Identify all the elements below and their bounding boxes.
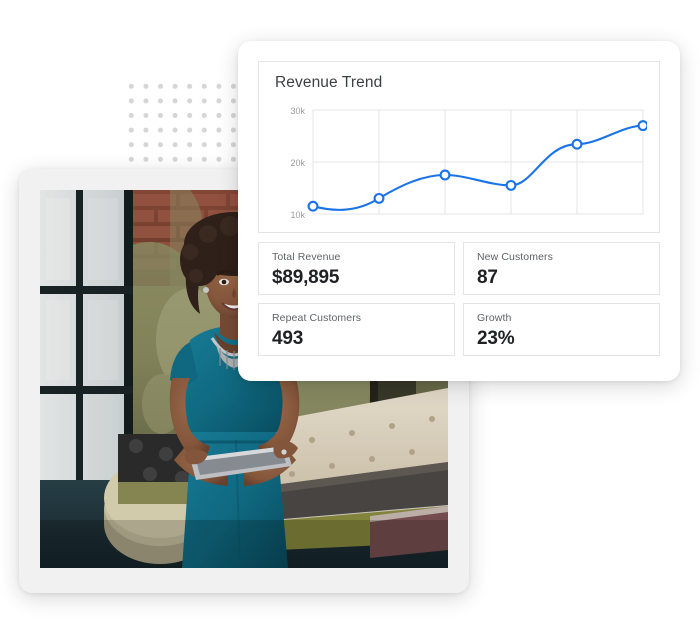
stat-card-repeat-customers: Repeat Customers 493 (258, 303, 455, 356)
stat-label: Growth (477, 312, 512, 324)
dot-pattern-decoration (122, 77, 242, 181)
stat-card-new-customers: New Customers 87 (463, 242, 660, 295)
composition-stage: Revenue Trend 30k 20k 10k Total Revenue … (0, 0, 700, 630)
stat-value: 23% (477, 327, 515, 349)
data-point-5 (571, 138, 583, 150)
revenue-line-path (311, 124, 645, 211)
stat-value: 87 (477, 266, 498, 288)
stat-value: 493 (272, 327, 304, 349)
data-point-3 (439, 169, 451, 181)
chart-plot-area: 30k 20k 10k (273, 100, 647, 222)
stat-card-growth: Growth 23% (463, 303, 660, 356)
stat-value: $89,895 (272, 266, 340, 288)
data-point-1 (307, 200, 319, 212)
dashboard-card: Revenue Trend 30k 20k 10k Total Revenue … (238, 41, 680, 381)
y-tick-30k: 30k (290, 106, 305, 116)
stat-card-grid: Total Revenue $89,895 New Customers 87 R… (258, 242, 660, 356)
stat-label: Total Revenue (272, 251, 341, 263)
stat-card-total-revenue: Total Revenue $89,895 (258, 242, 455, 295)
data-point-2 (373, 192, 385, 204)
data-point-6 (637, 120, 647, 132)
revenue-data-markers (307, 120, 647, 212)
stat-label: New Customers (477, 251, 553, 263)
y-tick-10k: 10k (290, 210, 305, 220)
chart-title: Revenue Trend (275, 74, 383, 91)
revenue-line-chart: 30k 20k 10k (290, 106, 647, 220)
revenue-chart-panel: Revenue Trend 30k 20k 10k (258, 61, 660, 233)
y-tick-20k: 20k (290, 158, 305, 168)
data-point-4 (505, 179, 517, 191)
chart-gridlines (312, 109, 644, 215)
stat-label: Repeat Customers (272, 312, 362, 324)
